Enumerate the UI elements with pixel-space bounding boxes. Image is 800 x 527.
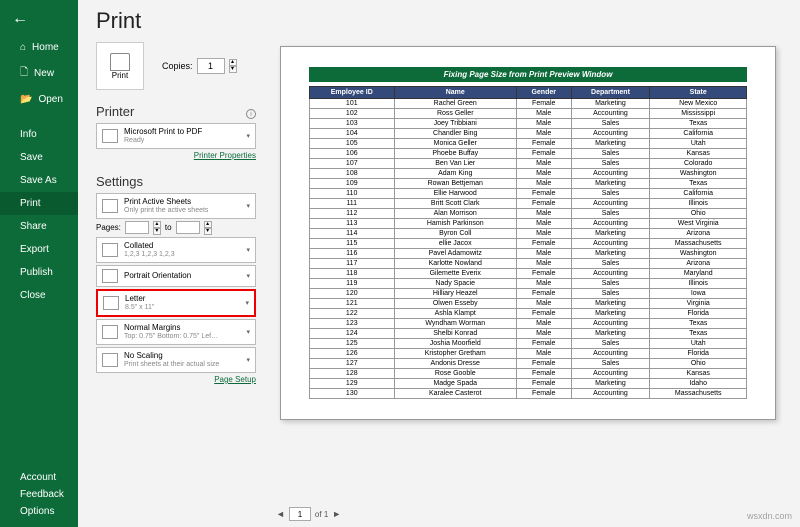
sidebar-item-export[interactable]: Export — [0, 238, 78, 261]
scaling-dropdown[interactable]: No ScalingPrint sheets at their actual s… — [96, 347, 256, 373]
sidebar-item-publish[interactable]: Publish — [0, 261, 78, 284]
preview-title: Fixing Page Size from Print Preview Wind… — [309, 67, 747, 82]
table-row: 123Wyndham WormanMaleAccountingTexas — [310, 319, 747, 329]
next-page-button[interactable]: ► — [332, 509, 341, 519]
table-row: 126Kristopher GrethamMaleAccountingFlori… — [310, 349, 747, 359]
sidebar-item-account[interactable]: Account — [20, 472, 78, 483]
open-icon: 📂 — [20, 94, 32, 105]
backstage-sidebar: ← ⌂ Home🗋 New📂 Open InfoSaveSave AsPrint… — [0, 0, 78, 527]
orientation-dropdown[interactable]: Portrait Orientation ▾ — [96, 265, 256, 287]
new-icon: 🗋 — [20, 65, 28, 82]
sidebar-item-info[interactable]: Info — [0, 123, 78, 146]
printer-icon — [110, 53, 130, 71]
sheets-icon — [102, 199, 118, 213]
preview-table: Employee IDNameGenderDepartmentState 101… — [309, 86, 747, 399]
portrait-icon — [102, 269, 118, 283]
table-row: 116Pavel AdamowitzMaleMarketingWashingto… — [310, 249, 747, 259]
table-row: 109Rowan BettjemanMaleMarketingTexas — [310, 179, 747, 189]
table-row: 117Karlotte NowlandMaleSalesArizona — [310, 259, 747, 269]
printer-device-icon — [102, 129, 118, 143]
table-row: 119Nady SpacieMaleSalesIllinois — [310, 279, 747, 289]
pages-to-input[interactable] — [176, 221, 200, 234]
info-icon[interactable]: i — [246, 109, 256, 119]
printer-header: Printer — [96, 104, 134, 119]
pages-label: Pages: — [96, 223, 121, 232]
settings-header: Settings — [96, 174, 143, 189]
margins-icon — [102, 325, 118, 339]
prev-page-button[interactable]: ◄ — [276, 509, 285, 519]
table-row: 111Britt Scott ClarkFemaleAccountingIlli… — [310, 199, 747, 209]
sidebar-item-close[interactable]: Close — [0, 284, 78, 307]
collated-icon — [102, 243, 118, 257]
table-row: 118Gilemette EverixFemaleAccountingMaryl… — [310, 269, 747, 279]
table-row: 121Olwen EssebyMaleMarketingVirginia — [310, 299, 747, 309]
table-row: 103Joey TribbianiMaleSalesTexas — [310, 119, 747, 129]
sidebar-item-print[interactable]: Print — [0, 192, 78, 215]
sidebar-item-save[interactable]: Save — [0, 146, 78, 169]
current-page-input[interactable] — [289, 507, 311, 521]
table-row: 115ellie JacoxFemaleAccountingMassachuse… — [310, 239, 747, 249]
copies-input[interactable] — [197, 58, 225, 74]
page-total: of 1 — [315, 510, 328, 519]
table-row: 112Alan MorrisonMaleSalesOhio — [310, 209, 747, 219]
table-row: 127Andonis DresseFemaleSalesOhio — [310, 359, 747, 369]
table-row: 102Ross GellerMaleAccountingMississippi — [310, 109, 747, 119]
table-row: 130Karalee CasterotFemaleAccountingMassa… — [310, 389, 747, 399]
collation-dropdown[interactable]: Collated1,2,3 1,2,3 1,2,3 ▾ — [96, 237, 256, 263]
page-size-icon — [103, 296, 119, 310]
table-row: 108Adam KingMaleAccountingWashington — [310, 169, 747, 179]
page-size-dropdown[interactable]: Letter8.5" x 11" ▾ — [96, 289, 256, 317]
page-navigator: ◄ of 1 ► — [96, 501, 800, 527]
preview-page: Fixing Page Size from Print Preview Wind… — [280, 46, 776, 420]
copies-spinner[interactable]: ▴▾ — [229, 59, 237, 73]
table-row: 104Chandler BingMaleAccountingCalifornia — [310, 129, 747, 139]
main-panel: Print Print Copies: ▴▾ Printer i Mi — [78, 0, 800, 527]
table-row: 113Hamish ParkinsonMaleAccountingWest Vi… — [310, 219, 747, 229]
sidebar-item-feedback[interactable]: Feedback — [20, 489, 78, 500]
copies-label: Copies: — [162, 61, 193, 71]
table-row: 110Ellie HarwoodFemaleSalesCalifornia — [310, 189, 747, 199]
sidebar-item-save-as[interactable]: Save As — [0, 169, 78, 192]
table-row: 122Ashla KlamptFemaleMarketingFlorida — [310, 309, 747, 319]
table-row: 129Madge SpadaFemaleMarketingIdaho — [310, 379, 747, 389]
back-arrow[interactable]: ← — [0, 0, 78, 36]
sidebar-item-options[interactable]: Options — [20, 506, 78, 517]
margins-dropdown[interactable]: Normal MarginsTop: 0.75" Bottom: 0.75" L… — [96, 319, 256, 345]
table-row: 107Ben Van LierMaleSalesColorado — [310, 159, 747, 169]
table-row: 114Byron CollMaleMarketingArizona — [310, 229, 747, 239]
sidebar-item-new[interactable]: 🗋 New — [0, 59, 78, 88]
page-title: Print — [96, 8, 800, 34]
table-row: 124Shelbi KonradMaleMarketingTexas — [310, 329, 747, 339]
table-row: 105Monica GellerFemaleMarketingUtah — [310, 139, 747, 149]
chevron-down-icon: ▾ — [246, 132, 250, 140]
printer-dropdown[interactable]: Microsoft Print to PDFReady ▾ — [96, 123, 256, 149]
page-setup-link[interactable]: Page Setup — [214, 375, 256, 384]
print-preview: Fixing Page Size from Print Preview Wind… — [280, 42, 800, 501]
watermark: wsxdn.com — [747, 511, 792, 521]
printer-properties-link[interactable]: Printer Properties — [194, 151, 256, 160]
table-row: 128Rose GoobleFemaleAccountingKansas — [310, 369, 747, 379]
pages-from-input[interactable] — [125, 221, 149, 234]
scaling-icon — [102, 353, 118, 367]
table-row: 125Joshia MoorfieldFemaleSalesUtah — [310, 339, 747, 349]
sidebar-item-open[interactable]: 📂 Open — [0, 88, 78, 111]
table-row: 120Hilliary HeazelFemaleSalesIowa — [310, 289, 747, 299]
table-row: 106Phoebe BuffayFemaleSalesKansas — [310, 149, 747, 159]
sidebar-item-share[interactable]: Share — [0, 215, 78, 238]
print-button-label: Print — [112, 71, 128, 80]
sidebar-item-home[interactable]: ⌂ Home — [0, 36, 78, 59]
table-row: 101Rachel GreenFemaleMarketingNew Mexico — [310, 99, 747, 109]
print-what-dropdown[interactable]: Print Active SheetsOnly print the active… — [96, 193, 256, 219]
print-button[interactable]: Print — [96, 42, 144, 90]
home-icon: ⌂ — [20, 42, 26, 53]
